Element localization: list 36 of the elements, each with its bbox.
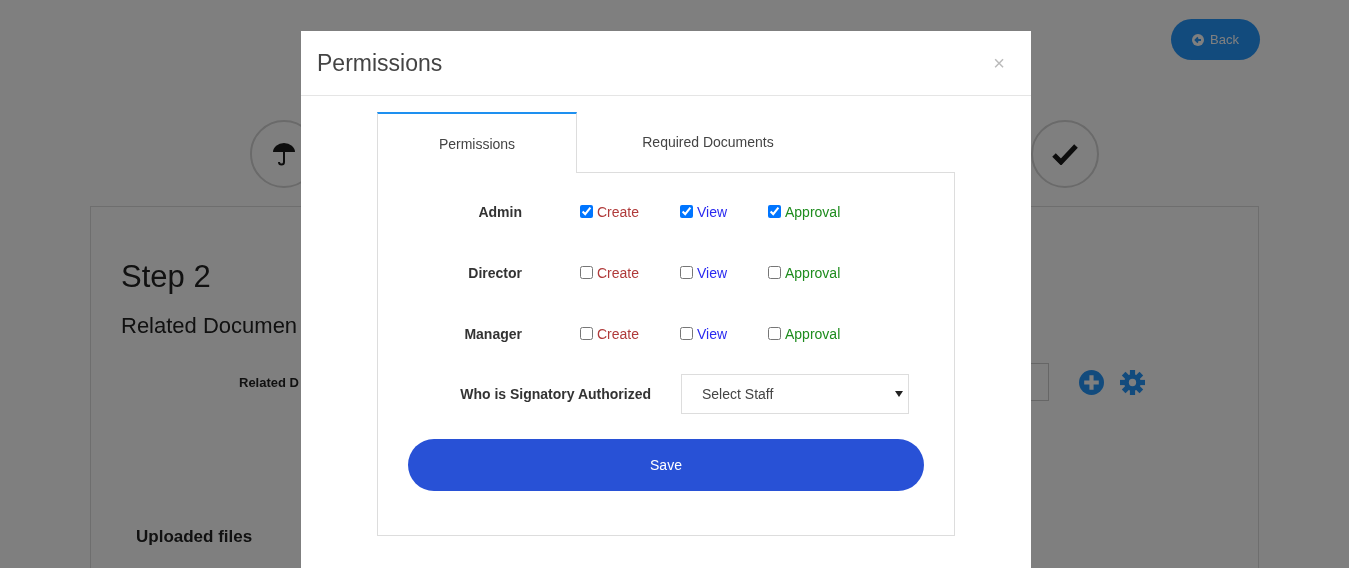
step-title: Step 2	[121, 259, 211, 295]
permission-label: Approval	[785, 264, 841, 281]
permission-label: Create	[597, 203, 640, 220]
checkbox[interactable]	[680, 205, 693, 218]
modal-title: Permissions	[317, 49, 443, 77]
caret-icon	[895, 391, 903, 397]
section-title: Related Documen	[121, 313, 298, 339]
permission-label: Create	[597, 264, 640, 281]
checkbox[interactable]	[768, 205, 781, 218]
checkbox[interactable]	[580, 266, 593, 279]
checkbox[interactable]	[768, 327, 781, 340]
checkbox[interactable]	[580, 205, 593, 218]
role-label: Director	[467, 264, 522, 281]
tab[interactable]: Permissions	[377, 112, 577, 173]
checkbox[interactable]	[680, 327, 693, 340]
plus-circle-icon[interactable]	[1079, 369, 1104, 395]
permission-label: Approval	[785, 203, 841, 220]
permission-label: View	[697, 203, 728, 220]
checkbox[interactable]	[580, 327, 593, 340]
settings-icon[interactable]	[1120, 369, 1145, 395]
checkbox[interactable]	[768, 266, 781, 279]
field-label: Who is Signatory Authorized	[459, 386, 651, 402]
checkbox[interactable]	[680, 266, 693, 279]
permission-label: View	[697, 264, 728, 281]
permission-label: View	[697, 325, 728, 342]
uploaded-files-heading: Uploaded files	[136, 527, 253, 547]
role-label: Admin	[477, 203, 522, 220]
checkmark-icon	[1052, 143, 1078, 165]
staff-select[interactable]: Select Staff	[681, 374, 909, 414]
field-label: Related D	[239, 374, 300, 390]
role-label: Manager	[463, 325, 522, 342]
permission-label: Approval	[785, 325, 841, 342]
arrow-circle-icon	[1192, 33, 1205, 46]
umbrella-icon	[272, 141, 296, 167]
save-button[interactable]: Save	[408, 439, 924, 491]
permission-label: Create	[597, 325, 640, 342]
